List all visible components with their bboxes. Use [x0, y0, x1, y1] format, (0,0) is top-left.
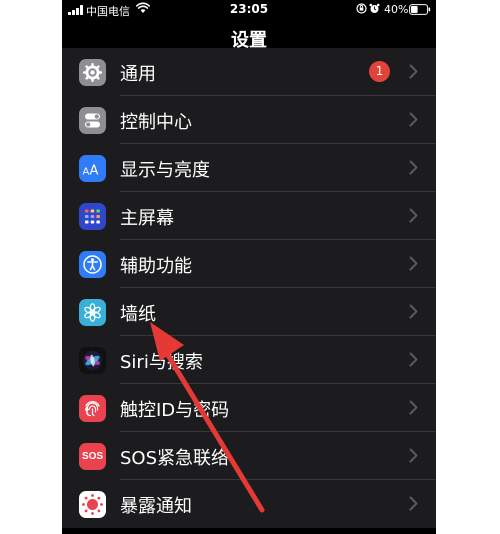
chevron-right-icon: [409, 304, 418, 323]
settings-row-label: 显示与亮度: [120, 160, 210, 181]
settings-row-label: 通用: [120, 64, 156, 85]
notification-badge: 1: [369, 61, 390, 82]
phone-screen: 中国电信 23:05 40% 设置 通用 1 控制中心 A A 显示与亮度 主屏…: [62, 0, 436, 534]
chevron-right-icon: [409, 64, 418, 83]
settings-row-exposure-notifications[interactable]: 暴露通知: [62, 480, 436, 528]
sos-icon: SOS: [79, 443, 106, 470]
settings-row-touch-id-passcode[interactable]: 触控ID与密码: [62, 384, 436, 432]
chevron-right-icon: [409, 400, 418, 419]
chevron-right-icon: [409, 112, 418, 131]
settings-list: 通用 1 控制中心 A A 显示与亮度 主屏幕 辅助功能 墙纸 Siri与搜索 …: [62, 48, 436, 528]
svg-text:A: A: [83, 166, 90, 176]
battery-percentage: 40%: [384, 3, 409, 16]
chevron-right-icon: [409, 352, 418, 371]
chevron-right-icon: [409, 496, 418, 515]
settings-row-wallpaper[interactable]: 墙纸: [62, 288, 436, 336]
settings-row-label: SOS紧急联络: [120, 448, 230, 469]
settings-row-home-screen[interactable]: 主屏幕: [62, 192, 436, 240]
settings-row-siri-search[interactable]: Siri与搜索: [62, 336, 436, 384]
settings-row-accessibility[interactable]: 辅助功能: [62, 240, 436, 288]
settings-row-label: 主屏幕: [120, 208, 174, 229]
flower-icon: [79, 299, 106, 326]
svg-text:A: A: [90, 163, 99, 176]
settings-row-general[interactable]: 通用 1: [62, 48, 436, 96]
settings-row-display-brightness[interactable]: A A 显示与亮度: [62, 144, 436, 192]
fingerprint-icon: [79, 395, 106, 422]
settings-row-label: 控制中心: [120, 112, 192, 133]
orientation-lock-icon: [356, 3, 367, 17]
chevron-right-icon: [409, 208, 418, 227]
settings-row-label: 墙纸: [120, 304, 156, 325]
status-bar: 中国电信 23:05 40%: [62, 0, 436, 20]
battery-icon: [409, 4, 431, 18]
exposure-icon: [79, 491, 106, 518]
gear-icon: [79, 59, 106, 86]
settings-row-label: Siri与搜索: [120, 352, 203, 373]
settings-row-label: 触控ID与密码: [120, 400, 230, 421]
settings-row-label: 辅助功能: [120, 256, 192, 277]
toggles-icon: [79, 107, 106, 134]
alarm-icon: [369, 3, 380, 17]
chevron-right-icon: [409, 256, 418, 275]
chevron-right-icon: [409, 160, 418, 179]
accessibility-icon: [79, 251, 106, 278]
siri-icon: [79, 347, 106, 374]
settings-row-control-center[interactable]: 控制中心: [62, 96, 436, 144]
home-grid-icon: [79, 203, 106, 230]
settings-row-label: 暴露通知: [120, 496, 192, 517]
chevron-right-icon: [409, 448, 418, 467]
text-size-icon: A A: [79, 155, 106, 182]
settings-row-emergency-sos[interactable]: SOS SOS紧急联络: [62, 432, 436, 480]
sos-icon-text: SOS: [81, 451, 104, 462]
